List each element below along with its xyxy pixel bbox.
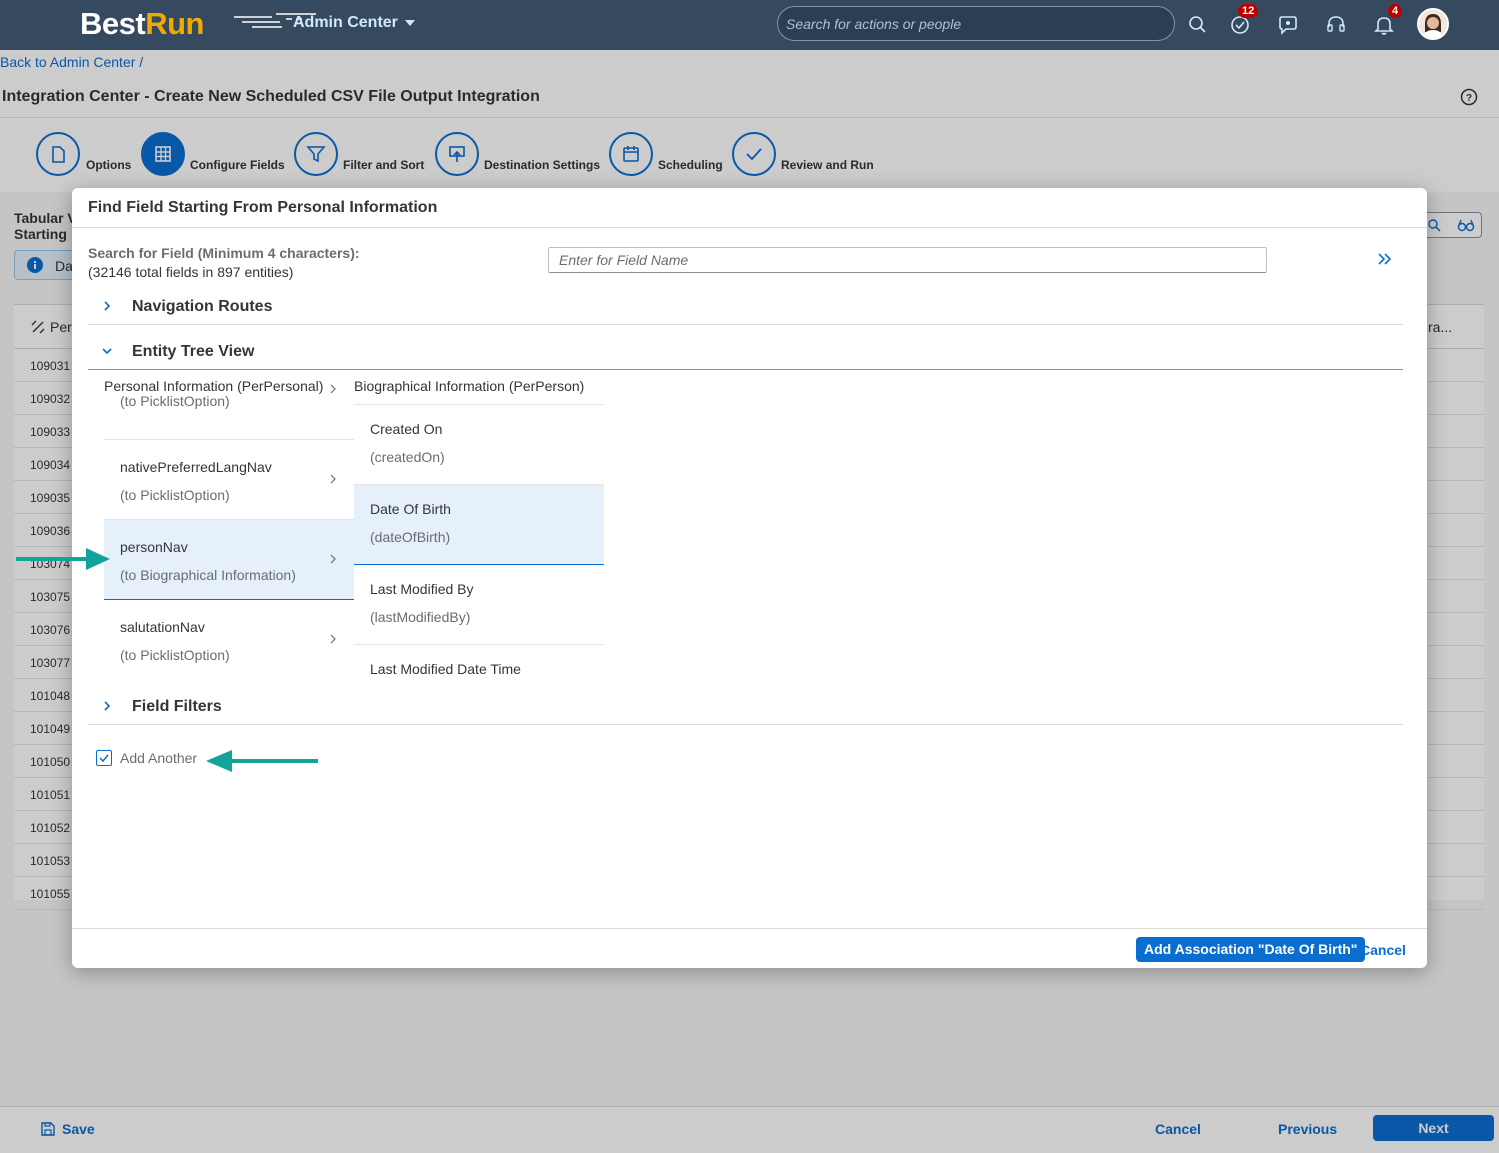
field-item-name: Last Modified By <box>370 581 474 597</box>
tree-item-salutation-nav[interactable]: salutationNav (to PicklistOption) <box>104 600 354 674</box>
chevron-right-icon <box>104 701 111 711</box>
admin-center-menu[interactable]: Admin Center <box>293 14 415 32</box>
add-association-button[interactable]: Add Association "Date Of Birth" <box>1136 937 1366 962</box>
dialog-header: Find Field Starting From Personal Inform… <box>72 188 1427 228</box>
field-count-text: (32146 total fields in 897 entities) <box>88 264 294 280</box>
checkmark-icon <box>99 754 109 763</box>
chevron-right-icon <box>330 384 336 394</box>
field-item-name: Date Of Birth <box>370 501 451 517</box>
tree-item-native-preferred-lang[interactable]: nativePreferredLangNav (to PicklistOptio… <box>104 440 354 520</box>
tree-item-target: (to PicklistOption) <box>120 487 230 503</box>
field-item-name: Last Modified Date Time <box>370 661 521 674</box>
company-logo[interactable]: BestRun <box>80 6 316 44</box>
logo-run-text: Run <box>145 6 204 41</box>
search-icon[interactable] <box>1186 13 1210 37</box>
dialog-footer: Add Association "Date Of Birth" Cancel <box>72 928 1427 968</box>
field-search-label: Search for Field (Minimum 4 characters): <box>88 245 360 261</box>
tree-item-name: nativePreferredLangNav <box>120 459 272 475</box>
field-item-id: (lastModifiedBy) <box>370 609 471 625</box>
annotation-arrow-right-icon <box>16 548 110 570</box>
tree-item-picklist[interactable]: (to PicklistOption) <box>104 370 354 440</box>
field-item-id: (dateOfBirth) <box>370 529 451 545</box>
caret-down-icon <box>404 19 415 26</box>
global-search[interactable] <box>777 6 1175 41</box>
global-search-input[interactable] <box>786 15 1166 33</box>
tree-item-name: salutationNav <box>120 619 205 635</box>
tree-item-name: personNav <box>120 539 188 555</box>
todo-count-badge: 12 <box>1238 4 1259 18</box>
tree-item-target: (to PicklistOption) <box>120 647 230 663</box>
add-another-label: Add Another <box>120 750 198 766</box>
field-item-created-on[interactable]: Created On (createdOn) <box>354 405 604 485</box>
notification-count-badge: 4 <box>1388 4 1403 18</box>
logo-best-text: Best <box>80 6 146 41</box>
chevron-right-icon <box>330 474 336 484</box>
field-filters-panel[interactable]: Field Filters <box>88 689 1403 725</box>
user-photo-icon <box>1419 10 1447 38</box>
field-item-last-modified-date-time[interactable]: Last Modified Date Time <box>354 645 604 674</box>
chevron-down-icon <box>102 348 112 355</box>
add-another-checkbox[interactable] <box>96 750 112 766</box>
entity-tree: Personal Information (PerPersonal) (to P… <box>104 370 1404 674</box>
column-header-biographical: Biographical Information (PerPerson) <box>354 378 585 394</box>
field-name-search-input[interactable] <box>548 247 1267 273</box>
chevron-right-icon <box>330 554 336 564</box>
dialog-title: Find Field Starting From Personal Inform… <box>88 199 438 216</box>
entity-tree-view-panel[interactable]: Entity Tree View <box>88 334 1403 370</box>
chevron-right-icon <box>330 634 336 644</box>
field-item-date-of-birth[interactable]: Date Of Birth (dateOfBirth) <box>354 485 604 565</box>
field-item-id: (createdOn) <box>370 449 445 465</box>
tree-item-person-nav[interactable]: personNav (to Biographical Information) <box>104 520 354 600</box>
shell-bar: BestRun Admin Center 12 4 <box>0 0 1499 50</box>
feedback-icon[interactable] <box>1276 13 1300 37</box>
field-filters-title: Field Filters <box>132 698 222 715</box>
admin-center-label: Admin Center <box>293 14 398 31</box>
dialog-cancel-button[interactable]: Cancel <box>1360 942 1406 958</box>
navigation-routes-panel[interactable]: Navigation Routes <box>88 289 1403 325</box>
entity-tree-view-title: Entity Tree View <box>132 343 255 360</box>
tree-item-target: (to Biographical Information) <box>120 567 296 583</box>
field-item-name: Created On <box>370 421 443 437</box>
navigation-routes-title: Navigation Routes <box>132 298 273 315</box>
annotation-arrow-left-icon <box>206 750 318 772</box>
find-field-dialog: Find Field Starting From Personal Inform… <box>72 188 1427 968</box>
chevron-right-icon <box>104 301 111 311</box>
user-avatar[interactable] <box>1417 8 1449 40</box>
field-item-last-modified-by[interactable]: Last Modified By (lastModifiedBy) <box>354 565 604 645</box>
tree-item-target: (to PicklistOption) <box>120 393 230 409</box>
double-chevron-right-icon[interactable] <box>1372 246 1398 272</box>
headset-support-icon[interactable] <box>1324 13 1348 37</box>
